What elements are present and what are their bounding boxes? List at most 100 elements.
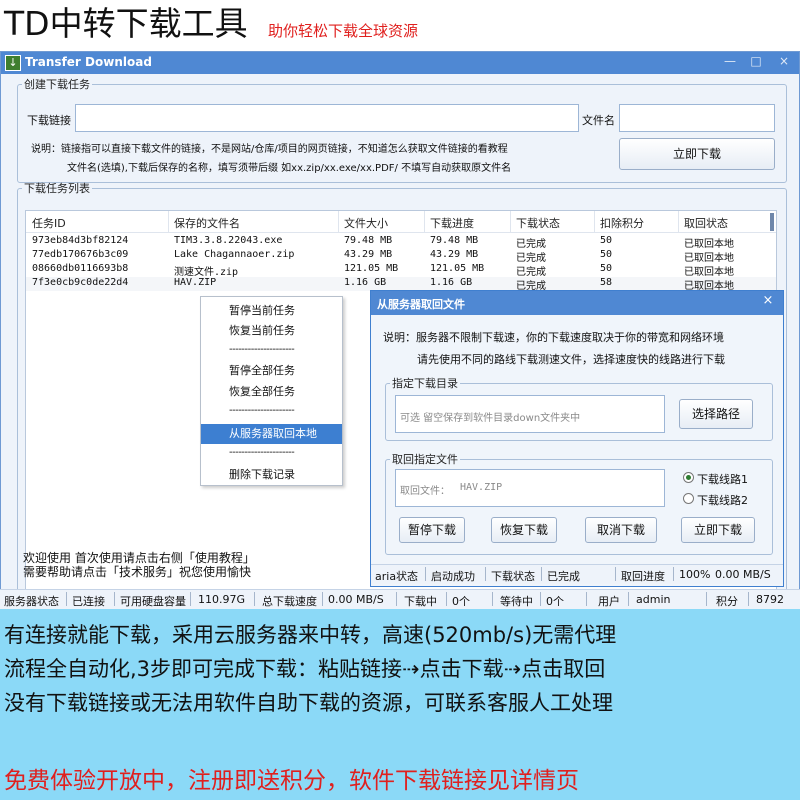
filename-input[interactable] xyxy=(619,104,775,132)
column-divider[interactable] xyxy=(678,211,679,233)
cell-retrieve-status: 已取回本地 xyxy=(684,239,734,250)
column-header-retrieve-status[interactable]: 取回状态 xyxy=(684,215,728,231)
route1-radio[interactable] xyxy=(683,472,694,483)
dialog-download-now-button[interactable]: 立即下载 xyxy=(681,517,755,543)
table-row-selected[interactable]: 7f3e0cb9c0de22d4 HAV.ZIP 1.16 GB 1.16 GB… xyxy=(26,277,776,292)
cell-task-id: 08660db0116693b8 xyxy=(32,263,129,274)
cell-task-id: 7f3e0cb9c0de22d4 xyxy=(32,277,129,288)
column-header-progress[interactable]: 下载进度 xyxy=(430,215,474,231)
table-row[interactable]: 08660db0116693b8 测速文件.zip 121.05 MB 121.… xyxy=(26,263,776,278)
retrieve-file-field[interactable]: 取回文件： HAV.ZIP xyxy=(395,469,665,507)
status-divider xyxy=(540,592,541,606)
column-divider[interactable] xyxy=(594,211,595,233)
status-divider xyxy=(425,567,426,581)
cell-status: 已完成 xyxy=(516,253,546,264)
points-value: 8792 xyxy=(756,593,784,606)
banner-subtitle: 助你轻松下载全球资源 xyxy=(268,22,419,40)
link-input[interactable] xyxy=(75,104,579,132)
cell-points: 50 xyxy=(600,263,613,274)
link-label: 下载链接 xyxy=(27,114,71,127)
cell-task-id: 973eb84d3bf82124 xyxy=(32,235,129,246)
resume-download-button[interactable]: 恢复下载 xyxy=(491,517,557,543)
context-menu: 暂停当前任务 恢复当前任务 --------------------- 暂停全部… xyxy=(200,296,343,486)
menu-separator: --------------------- xyxy=(229,405,295,416)
column-header-status[interactable]: 下载状态 xyxy=(516,215,560,231)
menu-item-resume-all[interactable]: 恢复全部任务 xyxy=(201,382,342,402)
menu-item-pause-all[interactable]: 暂停全部任务 xyxy=(201,361,342,381)
cell-points: 50 xyxy=(600,235,613,246)
link-note: 说明：链接指可以直接下载文件的链接，不是网站/仓库/项目的网页链接，不知道怎么获… xyxy=(31,144,508,155)
status-divider xyxy=(190,592,191,606)
status-divider xyxy=(628,592,629,606)
dialog-note-2: 请先使用不同的路线下载测速文件，选择速度快的线路进行下载 xyxy=(417,353,725,366)
choose-path-button[interactable]: 选择路径 xyxy=(679,399,753,429)
route1-label[interactable]: 下载线路1 xyxy=(697,471,748,487)
waiting-label: 等待中 xyxy=(500,595,533,608)
dialog-status-bar: aria状态 启动成功 下载状态 已完成 取回进度 100% 0.00 MB/S xyxy=(371,564,783,584)
status-divider xyxy=(446,592,447,606)
title-bar[interactable]: ↓ Transfer Download — □ × xyxy=(1,52,799,74)
status-divider xyxy=(706,592,707,606)
cell-progress: 121.05 MB xyxy=(430,263,485,274)
status-divider xyxy=(586,592,587,606)
cell-status: 已完成 xyxy=(516,267,546,278)
cell-size: 79.48 MB xyxy=(344,235,393,246)
banner-title: TD中转下载工具 xyxy=(4,4,248,43)
server-status-value: 已连接 xyxy=(72,595,105,608)
status-divider xyxy=(673,567,674,581)
menu-separator: --------------------- xyxy=(229,447,295,458)
column-header-points[interactable]: 扣除积分 xyxy=(600,215,644,231)
retrieve-file-value: HAV.ZIP xyxy=(460,482,503,493)
banner: TD中转下载工具 助你轻松下载全球资源 xyxy=(0,0,800,50)
download-dir-input[interactable]: 可选 留空保存到软件目录down文件夹中 xyxy=(395,395,665,433)
user-label: 用户 xyxy=(598,595,620,608)
disk-capacity-value: 110.97G xyxy=(198,593,246,606)
cancel-download-button[interactable]: 取消下载 xyxy=(585,517,657,543)
download-now-button[interactable]: 立即下载 xyxy=(619,138,775,170)
route2-label[interactable]: 下载线路2 xyxy=(697,492,748,508)
column-header-task-id[interactable]: 任务ID xyxy=(32,215,66,231)
filename-note: 文件名(选填),下载后保存的名称，填写须带后缀 如xx.zip/xx.exe/x… xyxy=(67,163,512,174)
points-label: 积分 xyxy=(716,595,738,608)
pause-download-button[interactable]: 暂停下载 xyxy=(399,517,465,543)
retrieve-progress-label: 取回进度 xyxy=(621,570,665,583)
column-divider[interactable] xyxy=(338,211,339,233)
menu-item-retrieve-from-server[interactable]: 从服务器取回本地 xyxy=(201,424,342,444)
main-status-bar: 服务器状态 已连接 可用硬盘容量 110.97G 总下载速度 0.00 MB/S… xyxy=(0,589,800,609)
column-header-filename[interactable]: 保存的文件名 xyxy=(174,215,240,231)
promo-panel: 有连接就能下载，采用云服务器来中转，高速(520mb/s)无需代理 流程全自动化… xyxy=(0,609,800,800)
retrieve-speed-value: 0.00 MB/S xyxy=(715,568,771,581)
cell-progress: 1.16 GB xyxy=(430,277,473,288)
retrieve-file-dialog: 从服务器取回文件 × 说明：服务器不限制下载速，你的下载速度取决于你的带宽和网络… xyxy=(370,290,784,587)
cell-filename: Lake Chagannaoer.zip xyxy=(174,249,295,260)
server-status-label: 服务器状态 xyxy=(4,595,59,608)
menu-item-pause-current[interactable]: 暂停当前任务 xyxy=(201,301,342,321)
download-status-value: 已完成 xyxy=(547,570,580,583)
dialog-title-bar[interactable]: 从服务器取回文件 × xyxy=(371,291,783,315)
total-speed-label: 总下载速度 xyxy=(262,595,317,608)
column-divider[interactable] xyxy=(510,211,511,233)
total-speed-value: 0.00 MB/S xyxy=(328,593,384,606)
column-divider[interactable] xyxy=(168,211,169,233)
table-row[interactable]: 973eb84d3bf82124 TIM3.3.8.22043.exe 79.4… xyxy=(26,235,776,250)
status-divider xyxy=(396,592,397,606)
table-row[interactable]: 77edb170676b3c09 Lake Chagannaoer.zip 43… xyxy=(26,249,776,264)
maximize-button[interactable]: □ xyxy=(743,52,769,72)
promo-line-3: 没有下载链接或无法用软件自助下载的资源，可联系客服人工处理 xyxy=(4,691,613,715)
status-divider xyxy=(492,592,493,606)
aria-status-value: 启动成功 xyxy=(431,570,475,583)
route2-radio[interactable] xyxy=(683,493,694,504)
cell-progress: 79.48 MB xyxy=(430,235,479,246)
status-divider xyxy=(322,592,323,606)
disk-capacity-label: 可用硬盘容量 xyxy=(120,595,186,608)
close-button[interactable]: × xyxy=(771,52,797,72)
minimize-button[interactable]: — xyxy=(717,52,743,72)
dialog-close-icon[interactable]: × xyxy=(757,293,779,311)
column-header-size[interactable]: 文件大小 xyxy=(344,215,388,231)
aria-status-label: aria状态 xyxy=(375,570,419,583)
column-divider[interactable] xyxy=(424,211,425,233)
downloading-label: 下载中 xyxy=(404,595,437,608)
menu-item-resume-current[interactable]: 恢复当前任务 xyxy=(201,321,342,341)
cell-filename: 测速文件.zip xyxy=(174,267,239,278)
menu-item-delete-record[interactable]: 删除下载记录 xyxy=(201,465,342,485)
